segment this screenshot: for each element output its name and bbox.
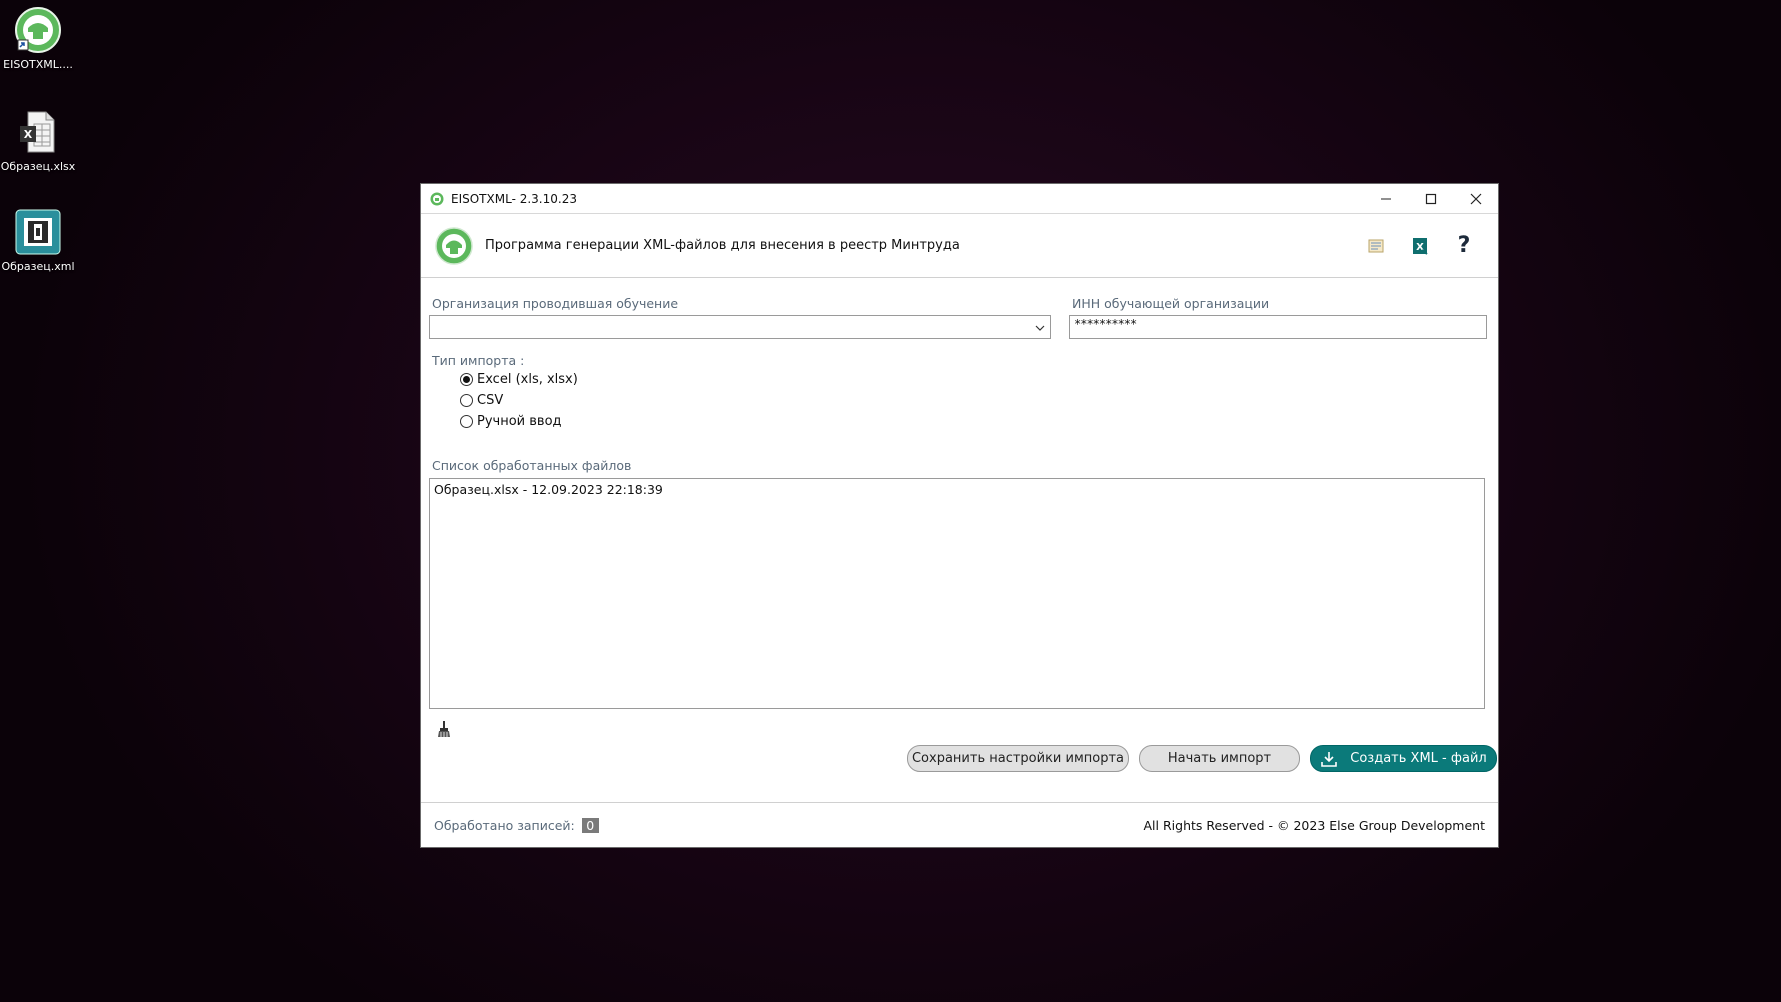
processed-count-label: Обработано записей: bbox=[434, 818, 575, 833]
app-window: EISOTXML- 2.3.10.23 Программа генерации … bbox=[420, 183, 1499, 848]
desktop-icon-label: Образец.xlsx bbox=[0, 160, 76, 173]
certificate-icon bbox=[1368, 239, 1384, 252]
radio-excel[interactable]: Excel (xls, xlsx) bbox=[460, 372, 578, 387]
import-type-label: Тип импорта : bbox=[432, 353, 525, 368]
excel-template-button[interactable]: X bbox=[1400, 231, 1440, 261]
help-button[interactable]: ? bbox=[1444, 231, 1484, 261]
close-icon bbox=[1470, 193, 1481, 204]
radio-label: Ручной ввод bbox=[477, 414, 562, 429]
list-item[interactable]: Образец.xlsx - 12.09.2023 22:18:39 bbox=[434, 482, 1480, 497]
desktop-icon-sample-xml[interactable]: Образец.xml bbox=[0, 208, 76, 273]
maximize-icon bbox=[1425, 193, 1436, 204]
radio-csv[interactable]: CSV bbox=[460, 393, 503, 408]
app-logo-icon bbox=[435, 226, 473, 265]
close-button[interactable] bbox=[1453, 184, 1498, 214]
create-xml-button[interactable]: Создать XML - файл bbox=[1310, 745, 1497, 772]
excel-icon: X bbox=[1413, 237, 1428, 255]
main-content: Организация проводившая обучение ИНН обу… bbox=[421, 278, 1498, 798]
svg-text:X: X bbox=[24, 128, 33, 141]
radio-label: CSV bbox=[477, 393, 504, 408]
radio-button[interactable] bbox=[460, 373, 473, 386]
title-bar[interactable]: EISOTXML- 2.3.10.23 bbox=[421, 184, 1498, 214]
minimize-button[interactable] bbox=[1363, 184, 1408, 214]
eisotxml-app-icon bbox=[14, 6, 62, 54]
create-xml-label: Создать XML - файл bbox=[1350, 751, 1487, 766]
certificate-button[interactable] bbox=[1356, 231, 1396, 261]
desktop-icon-label: EISOTXML.... bbox=[3, 58, 73, 71]
radio-label: Excel (xls, xlsx) bbox=[477, 372, 578, 387]
files-label: Список обработанных файлов bbox=[432, 458, 632, 473]
chevron-down-icon bbox=[1035, 325, 1045, 331]
app-header: Программа генерации XML-файлов для внесе… bbox=[421, 214, 1498, 278]
app-title: Программа генерации XML-файлов для внесе… bbox=[485, 238, 960, 253]
radio-button[interactable] bbox=[460, 415, 473, 428]
copyright-text: All Rights Reserved - © 2023 Else Group … bbox=[1143, 818, 1486, 833]
radio-manual[interactable]: Ручной ввод bbox=[460, 414, 562, 429]
org-select[interactable] bbox=[429, 315, 1051, 339]
org-label: Организация проводившая обучение bbox=[432, 296, 679, 311]
window-title: EISOTXML- 2.3.10.23 bbox=[451, 191, 577, 206]
save-settings-button[interactable]: Сохранить настройки импорта bbox=[907, 745, 1129, 772]
status-bar: Обработано записей: 0 All Rights Reserve… bbox=[421, 802, 1498, 848]
desktop-icon-label: Образец.xml bbox=[1, 260, 75, 273]
excel-file-icon: X bbox=[14, 108, 62, 156]
start-import-button[interactable]: Начать импорт bbox=[1139, 745, 1300, 772]
minimize-icon bbox=[1380, 198, 1391, 199]
inn-label: ИНН обучающей организации bbox=[1072, 296, 1270, 311]
processed-files-list[interactable]: Образец.xlsx - 12.09.2023 22:18:39 bbox=[429, 478, 1485, 709]
broom-icon[interactable] bbox=[436, 720, 452, 738]
processed-count-value: 0 bbox=[581, 818, 599, 833]
inn-input[interactable]: ********** bbox=[1069, 315, 1487, 339]
radio-button[interactable] bbox=[460, 394, 473, 407]
xml-file-icon bbox=[14, 208, 62, 256]
desktop-icon-sample-xlsx[interactable]: X Образец.xlsx bbox=[0, 108, 76, 173]
desktop-icon-eisotxml[interactable]: EISOTXML.... bbox=[0, 6, 76, 71]
app-small-icon bbox=[430, 192, 444, 205]
download-icon bbox=[1321, 751, 1338, 767]
maximize-button[interactable] bbox=[1408, 184, 1453, 214]
